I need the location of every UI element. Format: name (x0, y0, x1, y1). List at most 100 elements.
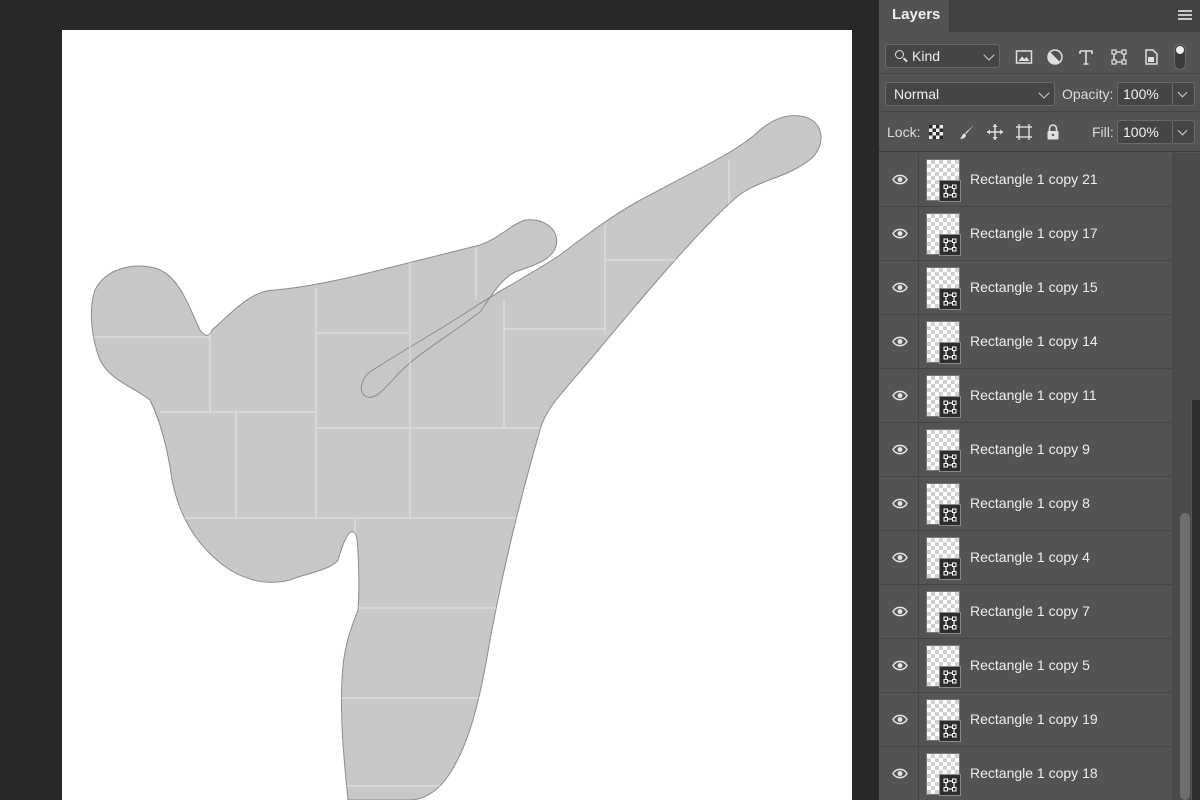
adjacent-panel-edge (1191, 400, 1200, 800)
shape-layer-icon (939, 666, 961, 688)
eye-icon[interactable] (892, 335, 908, 348)
shape-layer-icon (939, 504, 961, 526)
layer-row[interactable]: Rectangle 1 copy 11 (879, 369, 1172, 423)
filter-kind-dropdown[interactable]: Kind (885, 44, 1000, 68)
fill-label: Fill: (1092, 124, 1114, 140)
visibility-toggle[interactable] (879, 531, 919, 584)
visibility-toggle[interactable] (879, 369, 919, 422)
opacity-field[interactable]: 100% (1117, 82, 1173, 106)
shape-layer-filter-icon[interactable] (1110, 48, 1128, 66)
layer-row[interactable]: Rectangle 1 copy 8 (879, 477, 1172, 531)
silhouette-artwork[interactable] (0, 0, 878, 800)
layer-filter-row: Kind (879, 32, 1200, 74)
visibility-toggle[interactable] (879, 207, 919, 260)
shape-layer-icon (939, 342, 961, 364)
layer-row[interactable]: Rectangle 1 copy 9 (879, 423, 1172, 477)
lock-fill-row: Lock: Fill: 100% (879, 112, 1200, 152)
visibility-toggle[interactable] (879, 639, 919, 692)
layer-name[interactable]: Rectangle 1 copy 8 (970, 495, 1090, 511)
layer-name[interactable]: Rectangle 1 copy 21 (970, 171, 1098, 187)
visibility-toggle[interactable] (879, 315, 919, 368)
lock-transparent-pixels-icon[interactable] (927, 123, 945, 141)
opacity-dropdown-button[interactable] (1173, 82, 1195, 106)
visibility-toggle[interactable] (879, 693, 919, 746)
layer-name[interactable]: Rectangle 1 copy 5 (970, 657, 1090, 673)
lock-all-icon[interactable] (1044, 123, 1062, 141)
filter-kind-label: Kind (912, 48, 941, 64)
layer-name[interactable]: Rectangle 1 copy 7 (970, 603, 1090, 619)
lock-artboard-icon[interactable] (1015, 123, 1033, 141)
blend-opacity-row: Normal Opacity: 100% (879, 74, 1200, 112)
scrollbar-thumb[interactable] (1180, 513, 1190, 800)
layers-panel: Layers Kind Normal Opacity: 100% Lock: F… (878, 0, 1200, 800)
layers-list: Rectangle 1 copy 21 Rectangle 1 copy 17 (879, 153, 1172, 800)
layer-row[interactable]: Rectangle 1 copy 19 (879, 693, 1172, 747)
lock-position-icon[interactable] (986, 123, 1004, 141)
layer-name[interactable]: Rectangle 1 copy 15 (970, 279, 1098, 295)
layer-row[interactable]: Rectangle 1 copy 4 (879, 531, 1172, 585)
layer-row[interactable]: Rectangle 1 copy 18 (879, 747, 1172, 800)
eye-icon[interactable] (892, 173, 908, 186)
visibility-toggle[interactable] (879, 153, 919, 206)
eye-icon[interactable] (892, 389, 908, 402)
type-layer-filter-icon[interactable] (1077, 48, 1095, 66)
smart-object-filter-icon[interactable] (1142, 48, 1160, 66)
layer-name[interactable]: Rectangle 1 copy 4 (970, 549, 1090, 565)
canvas-workspace[interactable] (0, 0, 878, 800)
shape-layer-icon (939, 774, 961, 796)
panel-tab-bar: Layers (879, 0, 1200, 33)
opacity-label: Opacity: (1062, 86, 1114, 102)
silhouette-shape[interactable] (90, 115, 822, 800)
shape-layer-icon (939, 234, 961, 256)
layer-name[interactable]: Rectangle 1 copy 14 (970, 333, 1098, 349)
lock-image-pixels-icon[interactable] (958, 123, 976, 141)
adjustment-layer-filter-icon[interactable] (1046, 48, 1064, 66)
eye-icon[interactable] (892, 767, 908, 780)
layer-name[interactable]: Rectangle 1 copy 18 (970, 765, 1098, 781)
fill-field[interactable]: 100% (1117, 120, 1173, 144)
visibility-toggle[interactable] (879, 423, 919, 476)
eye-icon[interactable] (892, 605, 908, 618)
visibility-toggle[interactable] (879, 261, 919, 314)
eye-icon[interactable] (892, 659, 908, 672)
layer-row[interactable]: Rectangle 1 copy 21 (879, 153, 1172, 207)
lock-label: Lock: (887, 124, 921, 140)
shape-layer-icon (939, 450, 961, 472)
layer-row[interactable]: Rectangle 1 copy 15 (879, 261, 1172, 315)
shape-layer-icon (939, 288, 961, 310)
panel-menu-icon[interactable] (1178, 10, 1192, 20)
layer-name[interactable]: Rectangle 1 copy 11 (970, 387, 1097, 403)
visibility-toggle[interactable] (879, 585, 919, 638)
layer-row[interactable]: Rectangle 1 copy 5 (879, 639, 1172, 693)
blend-mode-value: Normal (894, 86, 940, 102)
layer-row[interactable]: Rectangle 1 copy 7 (879, 585, 1172, 639)
shape-layer-icon (939, 558, 961, 580)
eye-icon[interactable] (892, 443, 908, 456)
pixel-layer-filter-icon[interactable] (1015, 48, 1033, 66)
visibility-toggle[interactable] (879, 477, 919, 530)
eye-icon[interactable] (892, 551, 908, 564)
layer-name[interactable]: Rectangle 1 copy 17 (970, 225, 1098, 241)
shape-layer-icon (939, 180, 961, 202)
search-icon (895, 50, 904, 59)
chevron-down-icon (983, 49, 995, 61)
layer-row[interactable]: Rectangle 1 copy 14 (879, 315, 1172, 369)
visibility-toggle[interactable] (879, 747, 919, 800)
layer-name[interactable]: Rectangle 1 copy 19 (970, 711, 1098, 727)
layer-row[interactable]: Rectangle 1 copy 17 (879, 207, 1172, 261)
eye-icon[interactable] (892, 227, 908, 240)
tab-layers[interactable]: Layers (879, 0, 949, 33)
eye-icon[interactable] (892, 497, 908, 510)
layer-name[interactable]: Rectangle 1 copy 9 (970, 441, 1090, 457)
fill-dropdown-button[interactable] (1173, 120, 1195, 144)
eye-icon[interactable] (892, 713, 908, 726)
shape-layer-icon (939, 612, 961, 634)
chevron-down-icon (1177, 125, 1188, 136)
chevron-down-icon (1038, 87, 1050, 99)
filter-toggle-switch[interactable] (1174, 44, 1186, 70)
eye-icon[interactable] (892, 281, 908, 294)
chevron-down-icon (1177, 87, 1188, 98)
shape-layer-icon (939, 720, 961, 742)
blend-mode-dropdown[interactable]: Normal (885, 82, 1055, 106)
shape-layer-icon (939, 396, 961, 418)
